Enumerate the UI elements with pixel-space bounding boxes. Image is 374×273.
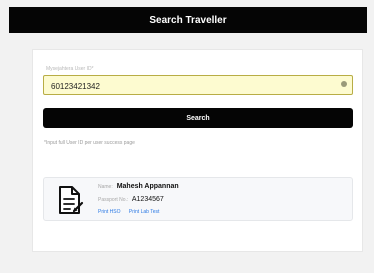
search-button-label: Search: [186, 114, 210, 122]
print-lab-test-link[interactable]: Print Lab Test: [129, 209, 159, 215]
name-row: Name: Mahesh Appannan: [98, 183, 179, 190]
clear-icon[interactable]: [341, 81, 347, 87]
search-card: Mysejahtera User ID* Search *Input full …: [32, 49, 363, 252]
input-hint: *Input full User ID per user success pag…: [44, 140, 135, 146]
user-id-input-container: [43, 75, 353, 96]
traveller-name: Mahesh Appannan: [116, 183, 179, 190]
passport-number: A1234567: [131, 196, 164, 203]
page-title: Search Traveller: [149, 14, 227, 26]
document-icon: [59, 186, 84, 214]
traveller-result-card: Name: Mahesh Appannan Passport No.: A123…: [43, 177, 353, 221]
user-id-input[interactable]: [44, 77, 331, 96]
print-links: Print HSO Print Lab Test: [98, 209, 166, 215]
passport-label: Passport No.:: [98, 197, 129, 203]
user-id-label: Mysejahtera User ID*: [46, 66, 94, 72]
page-header: Search Traveller: [9, 7, 367, 33]
print-hso-link[interactable]: Print HSO: [98, 209, 121, 215]
search-button[interactable]: Search: [43, 108, 353, 128]
passport-row: Passport No.: A1234567: [98, 196, 164, 203]
name-label: Name:: [98, 184, 113, 190]
